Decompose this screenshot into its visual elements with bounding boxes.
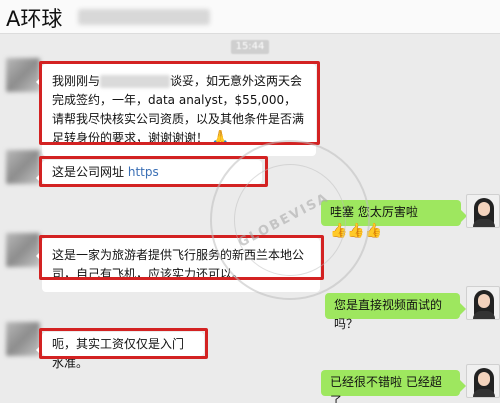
message-bubble-2: 这是公司网址 https [36,160,262,184]
timestamp-badge: 15:44 [231,40,269,54]
message-1-text-a: 我刚刚与 [52,74,101,88]
message-bubble-5: 您是直接视频面试的吗？ [325,293,466,331]
message-bubble-3: 哇塞 您太厉害啦 👍👍👍 [321,200,467,239]
message-bubble-7: 已经很不错啦 已经超了 [321,370,466,403]
message-7-text: 已经很不错啦 已经超了 [330,375,442,403]
pray-emoji-icon: 🙏 [211,130,230,146]
chat-title: A环球 [6,7,63,31]
message-2-text: 这是公司网址 [52,165,125,179]
user-avatar[interactable] [466,194,500,228]
message-6-text: 呃，其实工资仅仅是入门水准。 [52,337,185,370]
thumbs-up-emoji-icon: 👍👍👍 [330,223,383,239]
contact-avatar[interactable] [6,322,40,356]
user-avatar[interactable] [466,286,500,320]
chat-header: A环球 [0,0,500,34]
contact-avatar[interactable] [6,150,40,184]
message-bubble-4: 这是一家为旅游者提供飞行服务的新西兰本地公司，自己有飞机，应该实力还可以。 [36,238,320,292]
message-3-text: 哇塞 您太厉害啦 [330,205,418,219]
blurred-company-name [100,75,171,88]
message-bubble-1: 我刚刚与 谈妥，如无意外这两天会完成签约，一年，data analyst，$55,… [36,64,316,156]
contact-avatar[interactable] [6,58,40,92]
blurred-title [78,9,210,25]
contact-avatar[interactable] [6,233,40,267]
message-bubble-6: 呃，其实工资仅仅是入门水准。 [36,332,204,370]
message-4-text: 这是一家为旅游者提供飞行服务的新西兰本地公司，自己有飞机，应该实力还可以。 [52,248,305,281]
company-url-link[interactable]: https [128,165,159,179]
user-avatar[interactable] [466,364,500,398]
message-5-text: 您是直接视频面试的吗？ [334,298,443,331]
